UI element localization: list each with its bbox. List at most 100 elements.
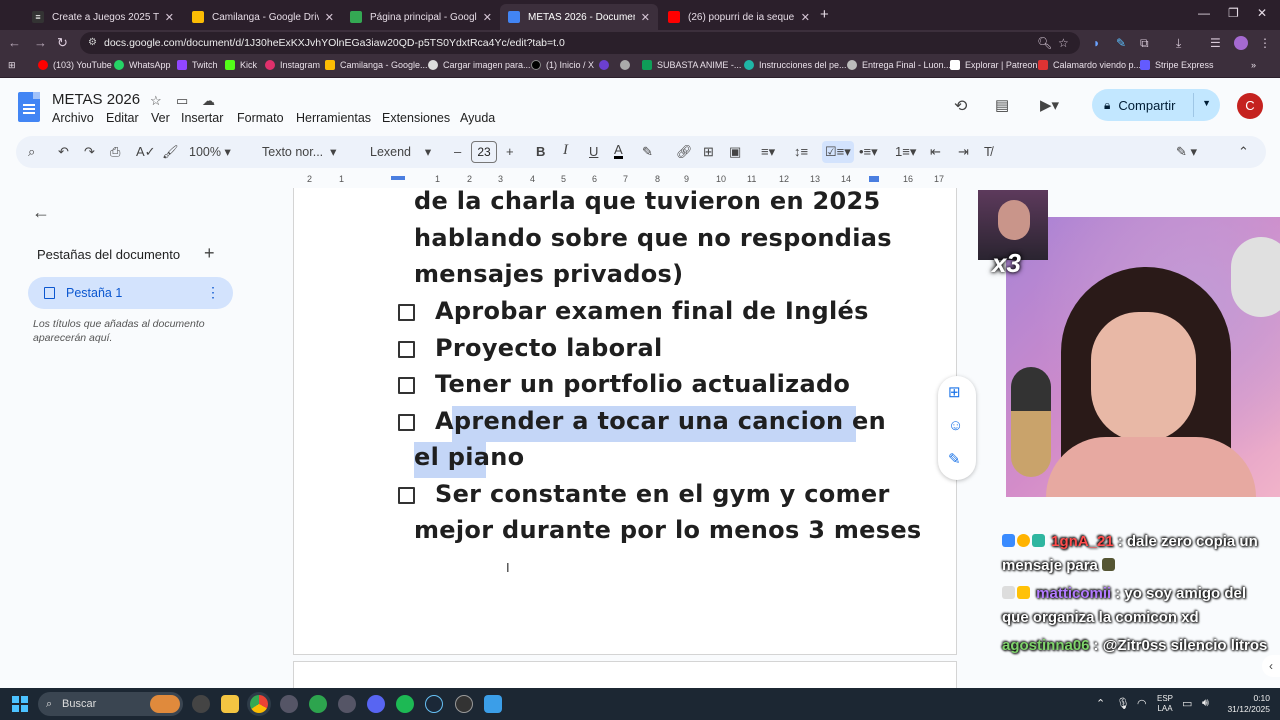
next-page[interactable] [293,661,957,691]
browser-tab[interactable]: Camilanga - Google Drive ✕ [184,4,342,30]
menu-herramientas[interactable]: Herramientas [296,111,371,125]
bookmark-star-icon[interactable]: ☆ [1058,36,1069,50]
bookmark-calamardo[interactable]: Calamardo viendo p... [1038,60,1141,70]
bookmark-globe[interactable] [620,60,635,70]
profile-avatar-icon[interactable] [1234,36,1248,50]
avatar[interactable]: C [1237,93,1263,119]
extension-icon[interactable]: ✎ [1116,36,1126,50]
underline-icon[interactable]: U [589,144,598,159]
search-menus-icon[interactable]: ⌕ [28,144,35,160]
new-tab-icon[interactable]: + [820,6,829,23]
checklist-item[interactable]: Proyecto laboral [435,334,663,362]
font-select[interactable]: Lexend ▾ [370,144,431,159]
windows-start-icon[interactable] [12,696,28,712]
paint-format-icon[interactable]: 🖌︎ [162,144,179,160]
taskbar-app-icon[interactable] [309,695,327,713]
text-line[interactable]: mejor durante por lo menos 3 meses [414,516,922,544]
bookmark-x[interactable]: (1) Inicio / X [531,60,594,70]
network-icon[interactable]: ▭ [1182,697,1192,710]
menu-ver[interactable]: Ver [151,111,170,125]
language-indicator[interactable]: ESP LAA [1157,694,1173,714]
reload-icon[interactable]: ↻ [57,35,68,51]
bookmark-patreon[interactable]: Explorar | Patreon [950,60,1037,70]
suggest-edits-icon[interactable]: ✎ [948,450,961,468]
undo-icon[interactable]: ↶ [58,144,69,160]
close-icon[interactable]: ✕ [165,11,174,24]
browser-menu-icon[interactable]: ⋮ [1259,36,1271,50]
bulleted-list-icon[interactable]: •≡▾ [859,144,878,160]
print-icon[interactable]: ⎙ [110,144,120,160]
text-line[interactable]: hablando sobre que no respondias [414,224,892,252]
browser-tab[interactable]: (26) popurri de ia seque un ric ✕ [660,4,818,30]
star-icon[interactable]: ☆ [150,93,162,109]
text-line[interactable]: mensajes privados) [414,260,683,288]
checkbox[interactable] [398,341,415,358]
menu-archivo[interactable]: Archivo [52,111,94,125]
bookmark-instrucciones[interactable]: Instrucciones del pe... [744,60,847,70]
site-info-icon[interactable]: ⚙ [88,32,97,54]
close-icon[interactable]: ✕ [641,11,650,24]
taskbar-app-icon[interactable] [192,695,210,713]
clock[interactable]: 0:10 31/12/2025 [1226,693,1270,715]
chrome-icon[interactable] [250,695,268,713]
microphone-icon[interactable]: 🎙︎ [1116,697,1130,710]
browser-tab[interactable]: Página principal - Google Drive ✕ [342,4,500,30]
chevron-down-icon[interactable]: ▼ [1202,98,1211,108]
bookmark-stripe[interactable]: Stripe Express [1140,60,1214,70]
bookmark-youtube[interactable]: (103) YouTube [38,60,112,70]
browser-tab-active[interactable]: METAS 2026 - Documentos de ✕ [500,4,658,30]
tray-chevron-icon[interactable]: ⌃ [1096,697,1105,710]
add-comment-icon[interactable]: ⊞ [948,383,961,401]
bookmark-whatsapp[interactable]: WhatsApp [114,60,171,70]
font-size-input[interactable]: 23 [471,141,497,163]
close-icon[interactable]: ✕ [483,11,492,24]
discord-icon[interactable] [367,695,385,713]
settings-gear-icon[interactable] [338,695,356,713]
extensions-puzzle-icon[interactable]: ⧉ [1140,36,1149,51]
emoji-reaction-icon[interactable]: ☺ [948,417,963,434]
menu-insertar[interactable]: Insertar [181,111,223,125]
text-color-icon[interactable]: A [614,143,623,159]
bookmark-instagram[interactable]: Instagram [265,60,320,70]
close-window-icon[interactable]: ✕ [1257,6,1267,20]
volume-icon[interactable]: 🔊︎ [1202,697,1209,710]
checklist-item[interactable]: Aprobar examen final de Inglés [435,297,869,325]
download-icon[interactable]: ⤓ [1176,36,1181,51]
document-page[interactable]: de la charla que tuvieron en 2025 hablan… [293,188,957,655]
menu-ayuda[interactable]: Ayuda [460,111,495,125]
style-select[interactable]: Texto nor... ▾ [262,144,336,159]
editing-mode-icon[interactable]: ✎ ▾ [1176,144,1197,160]
back-arrow-icon[interactable]: ← [32,202,50,223]
align-icon[interactable]: ≡▾ [761,144,775,160]
spellcheck-icon[interactable]: A✓ [136,144,156,160]
bookmark-purple[interactable] [599,60,614,70]
highlight-icon[interactable]: ✎ [642,144,653,160]
bookmark-kick[interactable]: Kick [225,60,257,70]
minimize-icon[interactable]: — [1198,6,1210,20]
share-button[interactable]: 🔒︎ Compartir ▼ [1092,89,1220,121]
browser-tab[interactable]: ≡ Create a Juegos 2025 Tier List - ✕ [24,4,182,30]
checkbox[interactable] [398,487,415,504]
menu-editar[interactable]: Editar [106,111,139,125]
close-icon[interactable]: ✕ [325,11,334,24]
version-history-icon[interactable]: ⟲ [954,96,967,116]
line-spacing-icon[interactable]: ↕≡ [794,144,808,159]
menu-formato[interactable]: Formato [237,111,284,125]
increase-indent-icon[interactable]: ⇥ [958,144,969,160]
more-bookmarks-icon[interactable]: » [1251,60,1256,70]
document-title[interactable]: METAS 2026 [52,91,140,108]
obs-icon[interactable] [455,695,473,713]
notepad-icon[interactable] [484,695,502,713]
meet-icon[interactable]: ▶︎▾ [1040,96,1059,114]
bold-icon[interactable]: B [536,144,545,159]
side-panel-toggle-icon[interactable]: ‹ [1262,655,1280,677]
sidebar-item-tab-1[interactable]: Pestaña 1 ⋮ [28,277,233,309]
collapse-menus-icon[interactable]: ⌃ [1238,144,1249,160]
checklist-item[interactable]: Ser constante en el gym y comer [435,480,890,508]
spotify-icon[interactable] [396,695,414,713]
add-tab-icon[interactable]: + [204,243,215,264]
move-folder-icon[interactable]: ▭ [176,93,188,109]
checkbox[interactable] [398,414,415,431]
extension-icon[interactable]: ◗ [1093,36,1100,50]
apps-grid-icon[interactable]: ⊞ [8,60,16,71]
